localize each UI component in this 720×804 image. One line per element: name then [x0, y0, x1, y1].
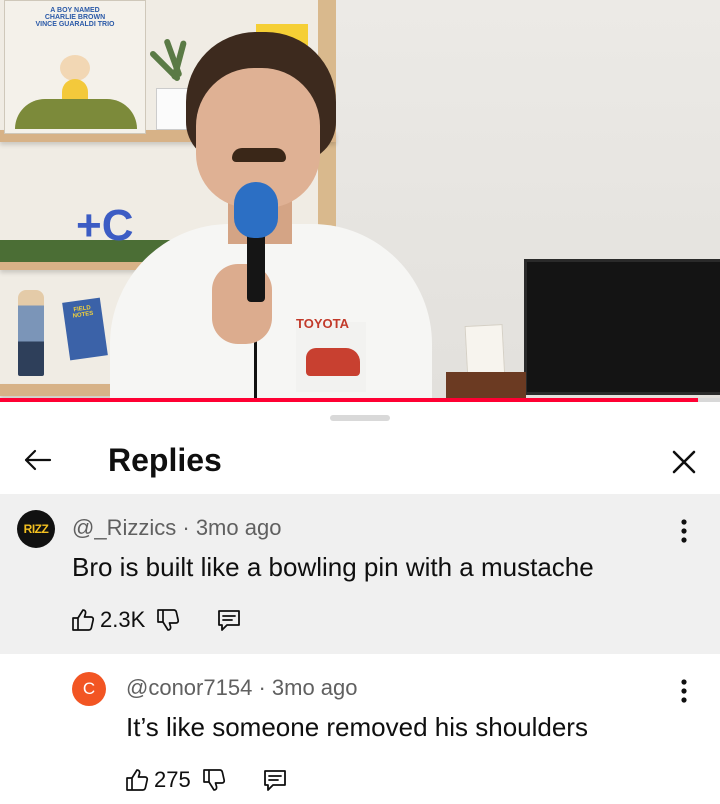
thumbs-up-icon: [72, 609, 95, 631]
shirt-logo: TOYOTA: [296, 316, 349, 331]
comment-time: 3mo ago: [195, 515, 282, 540]
reply-button[interactable]: [215, 606, 243, 634]
comment-meta: @_Rizzics · 3mo ago: [72, 514, 281, 542]
avatar[interactable]: RIZZ: [17, 510, 55, 548]
reply-comment-icon: [218, 610, 241, 631]
comment-actions: 275: [124, 762, 289, 798]
thumbs-down-icon: [202, 769, 225, 791]
comment-text: It’s like someone removed his shoulders: [126, 712, 588, 742]
like-button[interactable]: 275: [124, 767, 191, 793]
microphone-head: [234, 182, 278, 238]
thumbs-up-icon: [126, 769, 149, 791]
comment-text: Bro is built like a bowling pin with a m…: [72, 552, 594, 582]
comment-menu-button[interactable]: [672, 516, 696, 546]
back-button[interactable]: [20, 442, 56, 478]
thumbs-down-icon: [157, 609, 180, 631]
drag-handle[interactable]: [330, 415, 390, 421]
comment-reply: C @conor7154 · 3mo ago It’s like someone…: [0, 654, 720, 804]
comment-actions: 2.3K: [70, 602, 243, 638]
reply-comment-icon: [263, 770, 286, 791]
more-vertical-icon: [681, 519, 687, 543]
close-icon: [672, 450, 696, 474]
comment-menu-button[interactable]: [672, 676, 696, 706]
like-count: 275: [154, 767, 191, 792]
sheet-title: Replies: [108, 442, 222, 478]
dislike-button[interactable]: [201, 767, 227, 793]
comment-parent: RIZZ @_Rizzics · 3mo ago Bro is built li…: [0, 494, 720, 654]
close-button[interactable]: [664, 442, 704, 482]
microphone: [247, 232, 265, 302]
speaker: TOYOTA: [0, 0, 720, 402]
avatar[interactable]: C: [72, 672, 106, 706]
mustache: [232, 148, 286, 162]
meta-separator: ·: [258, 675, 266, 700]
reply-button[interactable]: [261, 766, 289, 794]
comment-author[interactable]: @_Rizzics: [72, 515, 176, 540]
like-button[interactable]: 2.3K: [70, 607, 145, 633]
comment-time: 3mo ago: [271, 675, 358, 700]
comment-meta: @conor7154 · 3mo ago: [126, 674, 358, 702]
meta-separator: ·: [182, 515, 190, 540]
sheet-header: Replies: [0, 432, 720, 494]
video-player[interactable]: A BOY NAMED CHARLIE BROWN VINCE GUARALDI…: [0, 0, 720, 402]
like-count: 2.3K: [100, 607, 146, 632]
arrow-left-icon: [24, 449, 52, 471]
replies-sheet: Replies RIZZ @_Rizzics · 3mo ago Bro is …: [0, 402, 720, 804]
more-vertical-icon: [681, 679, 687, 703]
comment-author[interactable]: @conor7154: [126, 675, 252, 700]
dislike-button[interactable]: [155, 607, 181, 633]
